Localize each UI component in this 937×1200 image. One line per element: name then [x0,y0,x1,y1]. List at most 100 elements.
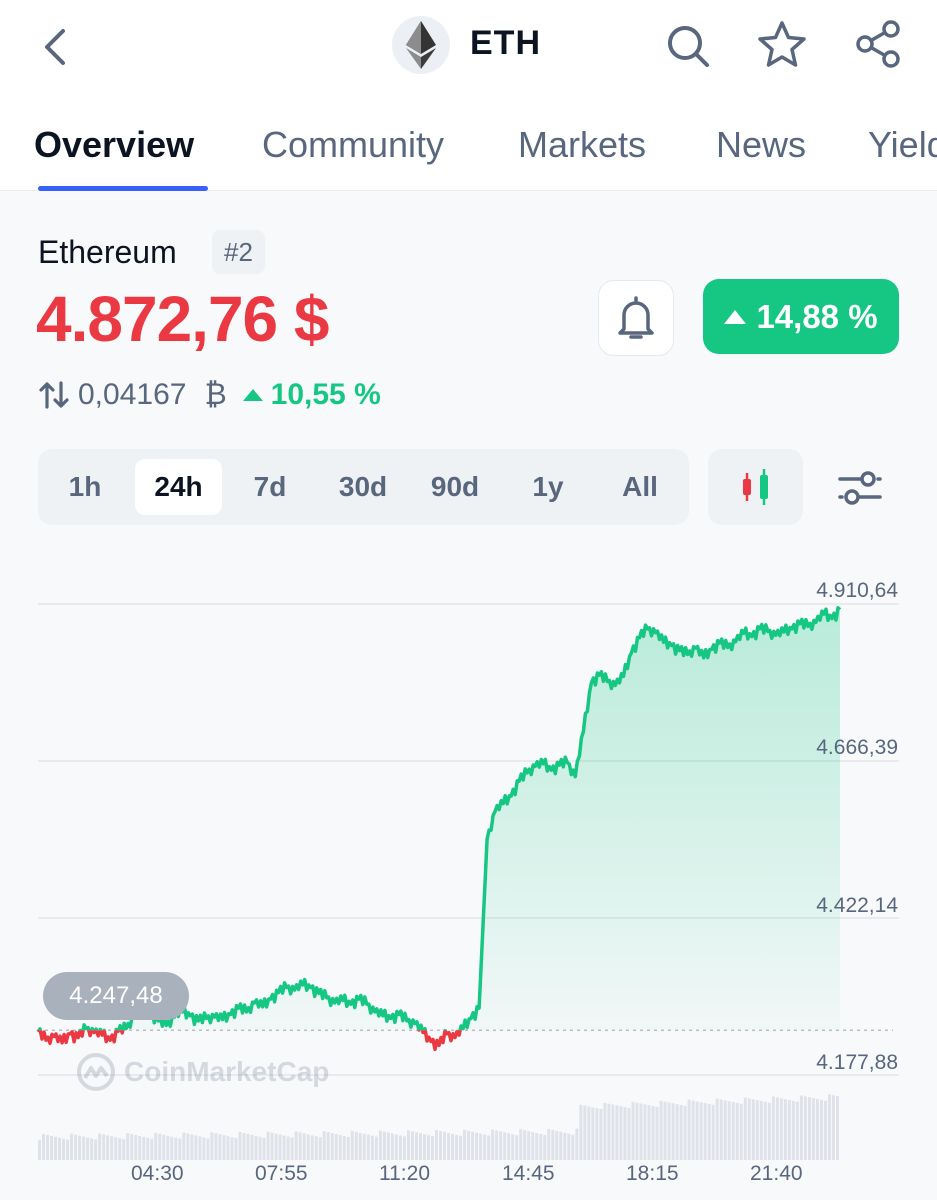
back-button[interactable] [30,22,80,72]
share-button[interactable] [850,16,906,72]
volume-bar [82,1136,86,1160]
volume-bar [202,1137,206,1160]
coinmarketcap-watermark: CoinMarketCap [76,1052,329,1092]
volume-bar [134,1135,138,1160]
volume-bar [378,1130,382,1160]
volume-bar [150,1138,154,1160]
volume-bar [599,1109,603,1160]
volume-bar [815,1098,819,1160]
volume-bar [759,1101,763,1160]
volume-bar [226,1136,230,1160]
tab-bar: Overview Community Markets News Yield [0,112,937,191]
sliders-icon [838,471,882,505]
tab-markets[interactable]: Markets [518,124,646,166]
volume-bar [318,1137,322,1160]
range-7d[interactable]: 7d [234,459,306,515]
volume-bar [471,1131,475,1160]
volume-bar [366,1134,370,1160]
range-90d[interactable]: 90d [414,459,496,515]
volume-bar [194,1135,198,1160]
volume-bar [90,1138,94,1160]
volume-bar [799,1095,803,1160]
x-tick-label: 11:20 [379,1162,430,1185]
volume-bar [491,1129,495,1160]
candlestick-toggle-button[interactable] [708,449,803,525]
volume-bar [222,1135,226,1160]
volume-bar [286,1136,290,1160]
volume-bar [795,1101,799,1160]
volume-bar [166,1135,170,1160]
volume-bar [439,1131,442,1160]
volume-bar [663,1101,667,1160]
chart-settings-button[interactable] [830,462,890,514]
volume-bar [394,1134,398,1160]
volume-bar [651,1106,655,1160]
volume-bar [214,1133,218,1160]
y-tick-label: 4.666,39 [816,736,898,759]
volume-bar [679,1105,683,1160]
range-1y[interactable]: 1y [512,459,584,515]
volume-bar [543,1134,547,1160]
search-button[interactable] [660,18,716,74]
range-1h[interactable]: 1h [52,459,118,515]
volume-bar [687,1099,691,1160]
volume-bar [162,1134,166,1160]
volume-bar [250,1134,254,1160]
volume-bar [106,1135,110,1160]
back-icon [45,29,65,65]
coin-name: Ethereum [38,234,177,270]
range-24h[interactable]: 24h [135,459,222,515]
volume-bar [182,1132,186,1160]
volume-bar [310,1135,314,1160]
volume-bar [54,1136,58,1160]
volume-bar [783,1099,787,1160]
price-alert-button[interactable] [598,280,674,356]
volume-bar [262,1137,266,1160]
volume-bar [146,1137,150,1160]
volume-bar [138,1136,142,1160]
volume-bar [639,1103,643,1160]
volume-bar [382,1131,386,1160]
volume-bar [314,1136,318,1160]
range-all[interactable]: All [602,459,678,515]
tab-yield[interactable]: Yield [868,124,937,166]
tab-community[interactable]: Community [262,124,444,166]
volume-bar [410,1131,414,1160]
volume-bar [330,1133,334,1160]
volume-bar [583,1105,587,1160]
range-30d[interactable]: 30d [322,459,404,515]
volume-bar [499,1131,503,1160]
volume-bar [831,1095,835,1160]
volume-bar [631,1101,635,1160]
volume-bar [623,1107,627,1160]
volume-bar [122,1139,126,1160]
volume-bar [635,1102,639,1160]
volume-bar [767,1102,771,1160]
volume-bar [523,1130,527,1160]
volume-bar [495,1130,499,1160]
y-tick-label: 4.910,64 [816,579,898,602]
volume-bar [126,1133,130,1160]
volume-bar [455,1134,459,1160]
volume-bar [703,1103,707,1160]
volume-bar [218,1134,222,1160]
volume-bar [591,1107,595,1160]
volume-bar [507,1133,511,1160]
watchlist-button[interactable] [754,16,810,72]
volume-bar [519,1129,523,1160]
volume-bar [158,1133,162,1160]
volume-bar [142,1136,146,1160]
tab-news[interactable]: News [716,124,806,166]
tab-overview[interactable]: Overview [34,124,194,166]
volume-bar [527,1131,531,1160]
volume-bar [62,1138,66,1160]
volume-bar [190,1134,194,1160]
volume-bar [691,1100,695,1160]
coin-price: 4.872,76 $ [36,283,329,355]
volume-bar [306,1134,310,1160]
btc-price-value: 0,04167 [78,378,187,411]
volume-bar [94,1139,98,1160]
volume-bar [595,1108,599,1160]
volume-bar [118,1138,122,1160]
btc-price-row: 0,04167 ₿ 10,55 % [38,378,381,412]
